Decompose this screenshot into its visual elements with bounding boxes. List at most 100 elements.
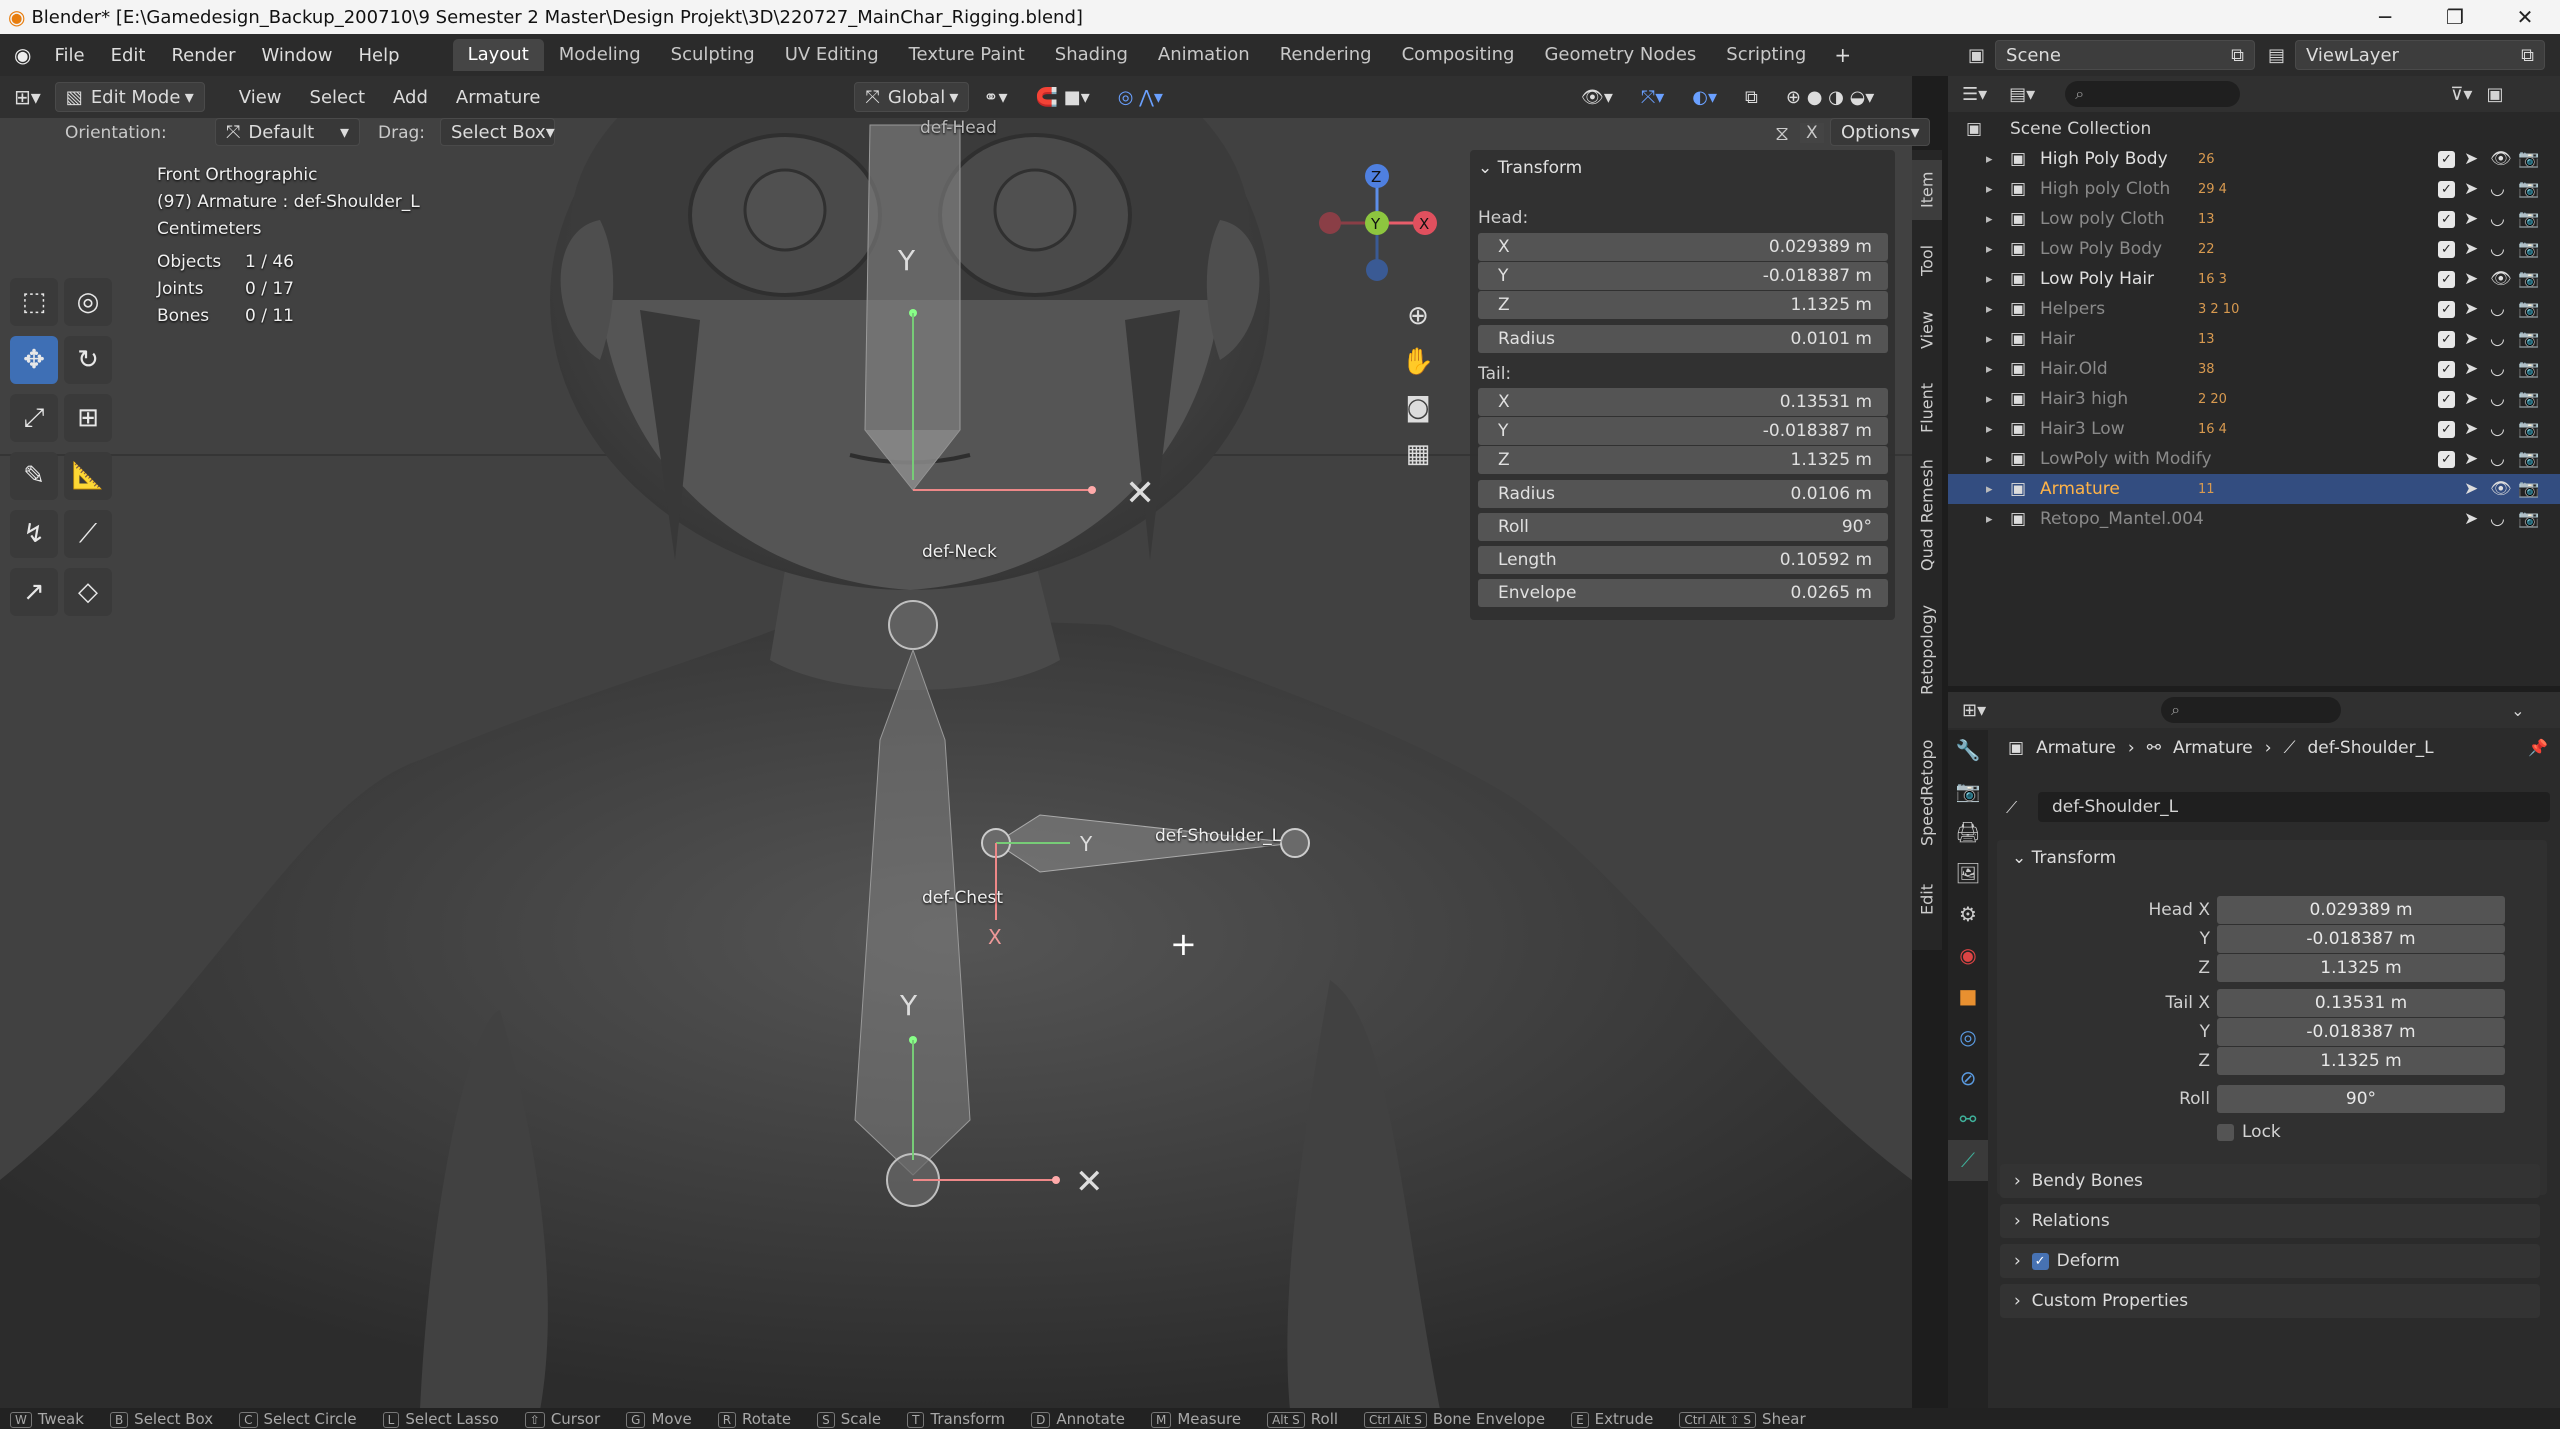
outliner-row[interactable]: ▸ ▣ Retopo_Mantel.004 ➤ ◡ 📷 [1948, 504, 2560, 534]
selectable-arrow-icon[interactable]: ➤ [2464, 299, 2478, 319]
tail-y-value[interactable]: -0.018387 m [2217, 1018, 2505, 1046]
outliner-row[interactable]: ▸ ▣ Low Poly Body 22 ✓ ➤ ◡ 📷 [1948, 234, 2560, 264]
overlays-toggle-icon[interactable]: ◐▾ [1678, 87, 1731, 108]
tab-quad-remesh[interactable]: Quad Remesh [1912, 450, 1942, 580]
render-camera-icon[interactable]: 📷 [2518, 149, 2539, 169]
visibility-eye-icon[interactable]: ◡ [2490, 329, 2505, 349]
visibility-eye-icon[interactable]: 👁 [2490, 479, 2512, 499]
gizmo-toggle-icon[interactable]: ⤧▾ [1627, 87, 1678, 108]
tab-uv-editing[interactable]: UV Editing [770, 39, 894, 71]
roll-field[interactable]: Roll 90° [1478, 513, 1888, 541]
output-tab-icon[interactable]: 🖨 [1948, 812, 1988, 853]
render-camera-icon[interactable]: 📷 [2518, 299, 2539, 319]
tail-x-value[interactable]: 0.13531 m [2217, 989, 2505, 1017]
copy-icon[interactable]: ⧉ [2521, 45, 2534, 66]
menu-help[interactable]: Help [346, 45, 413, 66]
bendy-bones-section[interactable]: › Bendy Bones [2000, 1164, 2540, 1198]
armature-data-tab-icon[interactable]: ⚯ [1948, 1099, 1988, 1140]
proportional-editing-icon[interactable]: ◎ ⋀▾ [1104, 87, 1177, 108]
outliner-row[interactable]: ▸ ▣ Armature 11 ➤ 👁 📷 [1948, 474, 2560, 504]
head-radius-field[interactable]: Radius 0.0101 m [1478, 325, 1888, 353]
filter-icon[interactable]: ⊽▾ [2450, 84, 2472, 105]
scene-selector[interactable]: Scene ⧉ [1995, 40, 2256, 70]
menu-armature[interactable]: Armature [442, 87, 555, 108]
cursor-tool-icon[interactable]: ◎ [64, 278, 112, 326]
outliner-row[interactable]: ▸ ▣ High poly Cloth 29 4 ✓ ➤ ◡ 📷 [1948, 174, 2560, 204]
selectable-arrow-icon[interactable]: ➤ [2464, 479, 2478, 499]
constraints-tab-icon[interactable]: ⊘ [1948, 1058, 1988, 1099]
head-y-value[interactable]: -0.018387 m [2217, 925, 2505, 953]
shading-modes-icon[interactable]: ⊕ ● ◑ ◒▾ [1772, 87, 1888, 108]
envelope-field[interactable]: Envelope 0.0265 m [1478, 579, 1888, 607]
properties-editor-icon[interactable]: ⊞▾ [1962, 700, 1986, 721]
selectable-arrow-icon[interactable]: ➤ [2464, 179, 2478, 199]
measure-tool-icon[interactable]: 📐 [64, 452, 112, 500]
mode-selector[interactable]: ▧ Edit Mode ▾ [54, 82, 205, 112]
tab-compositing[interactable]: Compositing [1387, 39, 1530, 71]
select-box-tool-icon[interactable]: ⬚ [10, 278, 58, 326]
visibility-eye-icon[interactable]: ◡ [2490, 359, 2505, 379]
maximize-button[interactable]: ❐ [2420, 0, 2490, 34]
tail-radius-field[interactable]: Radius 0.0106 m [1478, 480, 1888, 508]
extrude-tool-icon[interactable]: ↗ [10, 568, 58, 616]
transform-tool-icon[interactable]: ⊞ [64, 394, 112, 442]
exclude-checkbox[interactable]: ✓ [2438, 360, 2455, 378]
visibility-eye-icon[interactable]: ◡ [2490, 299, 2505, 319]
outliner-row[interactable]: ▸ ▣ Hair3 Low 16 4 ✓ ➤ ◡ 📷 [1948, 414, 2560, 444]
expand-chevron-icon[interactable]: ▸ [1986, 362, 1993, 377]
blender-menu-icon[interactable]: ◉ [14, 43, 31, 67]
expand-chevron-icon[interactable]: ▸ [1986, 212, 1993, 227]
camera-icon[interactable]: ◙ [1398, 385, 1438, 431]
grid-perspective-icon[interactable]: ▦ [1398, 431, 1438, 477]
tab-sculpting[interactable]: Sculpting [656, 39, 770, 71]
length-field[interactable]: Length 0.10592 m [1478, 546, 1888, 574]
mirror-icon[interactable]: ⧖ [1775, 121, 1789, 145]
menu-add[interactable]: Add [379, 87, 442, 108]
relations-section[interactable]: › Relations [2000, 1204, 2540, 1238]
outliner-row[interactable]: ▸ ▣ High Poly Body 26 ✓ ➤ 👁 📷 [1948, 144, 2560, 174]
tab-speedretopo[interactable]: SpeedRetopo [1912, 725, 1942, 860]
navigation-gizmo[interactable]: Z X Y [1310, 158, 1440, 288]
expand-chevron-icon[interactable]: ▸ [1986, 512, 1993, 527]
editor-type-icon[interactable]: ⊞▾ [0, 85, 55, 109]
render-camera-icon[interactable]: 📷 [2518, 389, 2539, 409]
outliner-row[interactable]: ▸ ▣ Hair.Old 38 ✓ ➤ ◡ 📷 [1948, 354, 2560, 384]
menu-view[interactable]: View [225, 87, 296, 108]
properties-search-input[interactable]: ⌕ [2161, 697, 2342, 723]
tab-item[interactable]: Item [1912, 160, 1942, 220]
tab-edit[interactable]: Edit [1912, 870, 1942, 930]
tail-x-field[interactable]: X 0.13531 m [1478, 388, 1888, 416]
exclude-checkbox[interactable]: ✓ [2438, 270, 2455, 288]
visibility-eye-icon[interactable]: ◡ [2490, 209, 2505, 229]
visibility-eye-icon[interactable]: ◡ [2490, 389, 2505, 409]
expand-chevron-icon[interactable]: ▸ [1986, 182, 1993, 197]
outliner-row[interactable]: ▸ ▣ LowPoly with Modify ✓ ➤ ◡ 📷 [1948, 444, 2560, 474]
tab-shading[interactable]: Shading [1040, 39, 1143, 71]
scene-tab-icon[interactable]: ⚙ [1948, 894, 1988, 935]
menu-render[interactable]: Render [158, 45, 248, 66]
expand-chevron-icon[interactable]: ▸ [1986, 332, 1993, 347]
head-x-field[interactable]: X 0.029389 m [1478, 233, 1888, 261]
render-camera-icon[interactable]: 📷 [2518, 449, 2539, 469]
expand-chevron-icon[interactable]: ▸ [1986, 392, 1993, 407]
exclude-checkbox[interactable]: ✓ [2438, 210, 2455, 228]
visibility-eye-icon[interactable]: ◡ [2490, 179, 2505, 199]
bone-tab-icon[interactable]: ⟋ [1948, 1140, 1988, 1181]
tab-view[interactable]: View [1912, 295, 1942, 365]
tab-fluent[interactable]: Fluent [1912, 368, 1942, 448]
render-camera-icon[interactable]: 📷 [2518, 239, 2539, 259]
roll-value[interactable]: 90° [2217, 1085, 2505, 1113]
display-mode-icon[interactable]: ▤▾ [2009, 84, 2035, 105]
render-camera-icon[interactable]: 📷 [2518, 419, 2539, 439]
outliner-row[interactable]: ▸ ▣ Low poly Cloth 13 ✓ ➤ ◡ 📷 [1948, 204, 2560, 234]
scene-collection-row[interactable]: ▣ Scene Collection [1948, 114, 2560, 144]
selectable-arrow-icon[interactable]: ➤ [2464, 419, 2478, 439]
exclude-checkbox[interactable]: ✓ [2438, 150, 2455, 168]
selectable-arrow-icon[interactable]: ➤ [2464, 449, 2478, 469]
x-mirror-toggle[interactable]: X [1800, 123, 1824, 143]
transform-orientation-selector[interactable]: ⤧ Global ▾ [854, 82, 970, 112]
copy-icon[interactable]: ⧉ [2231, 45, 2244, 66]
render-tab-icon[interactable]: 📷 [1948, 771, 1988, 812]
selectable-arrow-icon[interactable]: ➤ [2464, 149, 2478, 169]
orientation-selector[interactable]: ⤧ Default ▾ [215, 118, 360, 146]
